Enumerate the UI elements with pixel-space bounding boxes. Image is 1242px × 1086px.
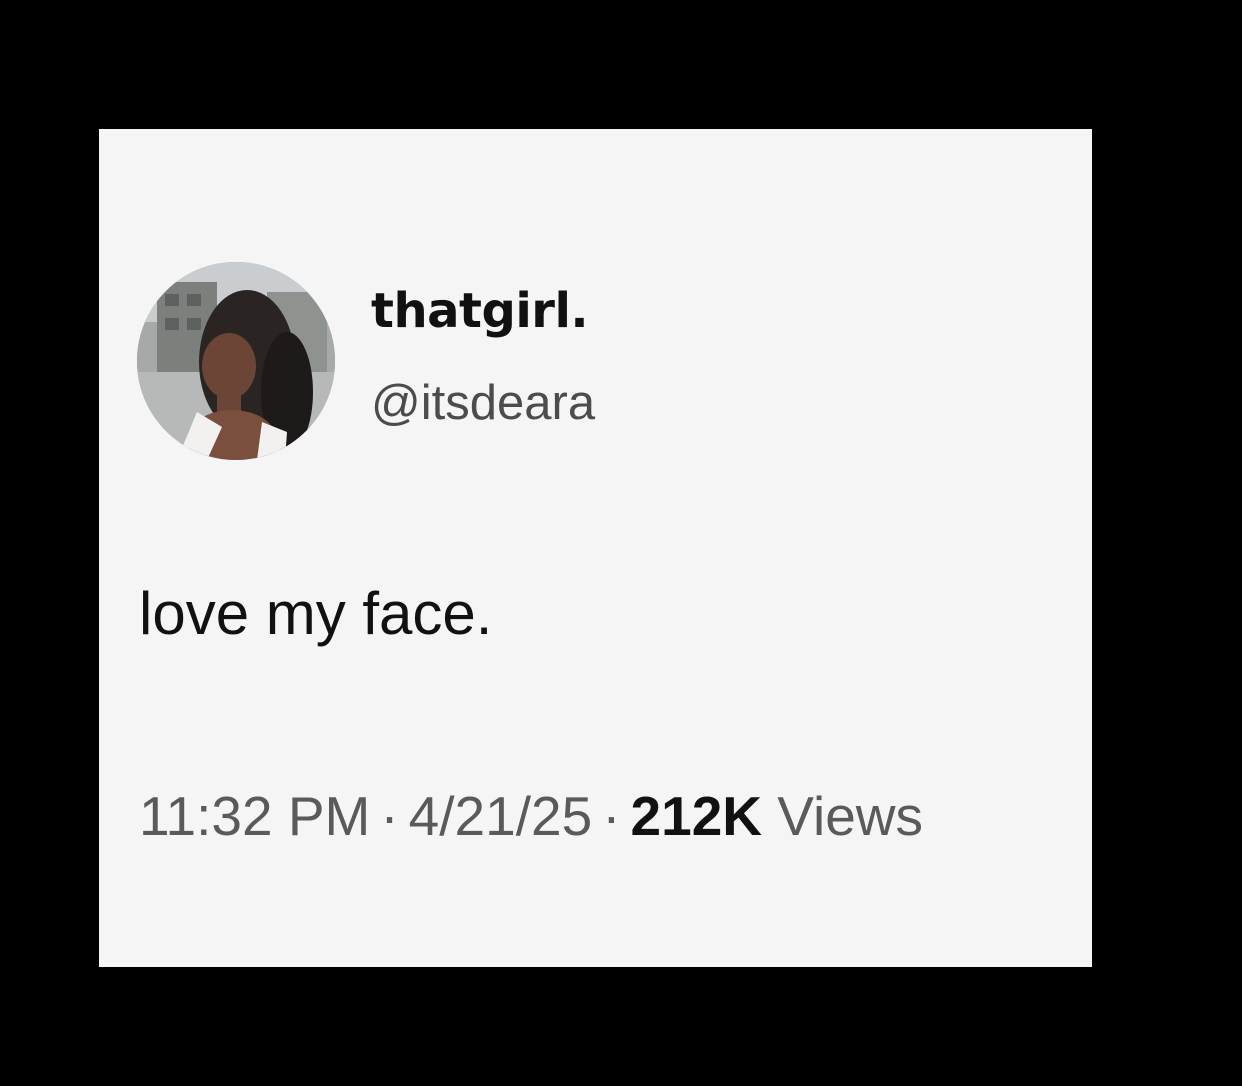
- tweet-meta: 11:32 PM · 4/21/25 · 212K Views: [139, 789, 923, 844]
- separator: ·: [602, 785, 621, 847]
- avatar[interactable]: [137, 262, 335, 460]
- tweet-text: love my face.: [139, 580, 493, 647]
- views-label: Views: [777, 785, 923, 847]
- user-handle[interactable]: @itsdeara: [371, 379, 595, 428]
- tweet-date[interactable]: 4/21/25: [409, 785, 593, 847]
- tweet-card: thatgirl. @itsdeara love my face. 11:32 …: [99, 129, 1092, 967]
- separator: ·: [380, 785, 399, 847]
- display-name[interactable]: thatgirl.: [371, 287, 589, 335]
- views-count[interactable]: 212K: [631, 785, 762, 847]
- profile-photo-icon: [137, 262, 335, 460]
- tweet-time[interactable]: 11:32 PM: [139, 785, 370, 847]
